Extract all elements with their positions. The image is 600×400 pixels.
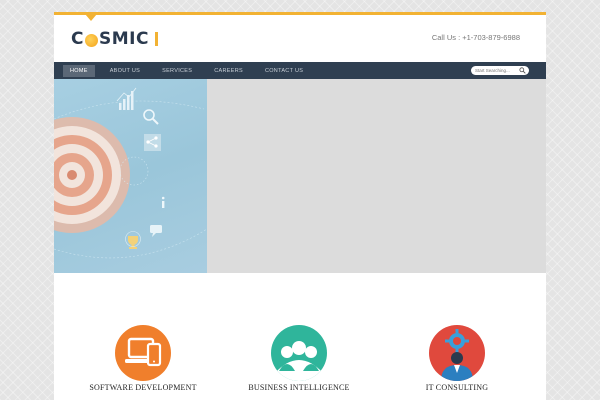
- target-illustration: [54, 87, 207, 259]
- hero-image: [54, 79, 207, 273]
- logo-letter-c: C: [71, 29, 84, 49]
- page-wrapper: C SMIC Call Us : +1-703-879-6988 HOME ABO…: [54, 0, 546, 400]
- chat-icon: [150, 225, 162, 237]
- nav-item-about-us[interactable]: ABOUT US: [103, 65, 147, 77]
- consultant-icon: [429, 325, 485, 381]
- top-notch: [85, 14, 97, 21]
- service-title: IT CONSULTING: [425, 383, 489, 392]
- logo-letters: SMIC: [98, 29, 149, 49]
- chart-icon: [116, 87, 137, 110]
- service-title: SOFTWARE DEVELOPMENT: [89, 383, 197, 392]
- info-icon: [161, 196, 165, 208]
- nav-item-services[interactable]: SERVICES: [155, 65, 199, 77]
- service-software-development[interactable]: SOFTWARE DEVELOPMENT: [73, 325, 213, 392]
- target-icon: [54, 117, 130, 233]
- search-input[interactable]: [471, 66, 519, 75]
- magnifier-icon: [143, 109, 159, 125]
- service-it-consulting[interactable]: IT CONSULTING: [387, 325, 527, 392]
- search-icon[interactable]: [519, 67, 526, 74]
- devices-icon: [115, 325, 171, 381]
- nav-item-home[interactable]: HOME: [63, 64, 95, 77]
- team-icon: [271, 325, 327, 381]
- site-logo[interactable]: C SMIC: [71, 29, 158, 49]
- services-section: SOFTWARE DEVELOPMENT BUSINESS INTELLIGEN…: [54, 273, 546, 400]
- trophy-icon: [125, 231, 141, 249]
- share-icon: [144, 134, 161, 151]
- service-business-intelligence[interactable]: BUSINESS INTELLIGENCE: [229, 325, 369, 392]
- nav-item-careers[interactable]: CAREERS: [207, 65, 250, 77]
- service-title: BUSINESS INTELLIGENCE: [248, 383, 350, 392]
- call-us-text: Call Us : +1-703-879-6988: [431, 33, 520, 42]
- site-header: C SMIC Call Us : +1-703-879-6988: [54, 15, 546, 62]
- main-nav: HOME ABOUT US SERVICES CAREERS CONTACT U…: [54, 62, 546, 79]
- logo-bar: [154, 32, 158, 46]
- search-box: [471, 66, 529, 75]
- logo-sun-icon: [84, 33, 98, 47]
- nav-item-contact-us[interactable]: CONTACT US: [258, 65, 310, 77]
- hero-slider: [54, 79, 546, 273]
